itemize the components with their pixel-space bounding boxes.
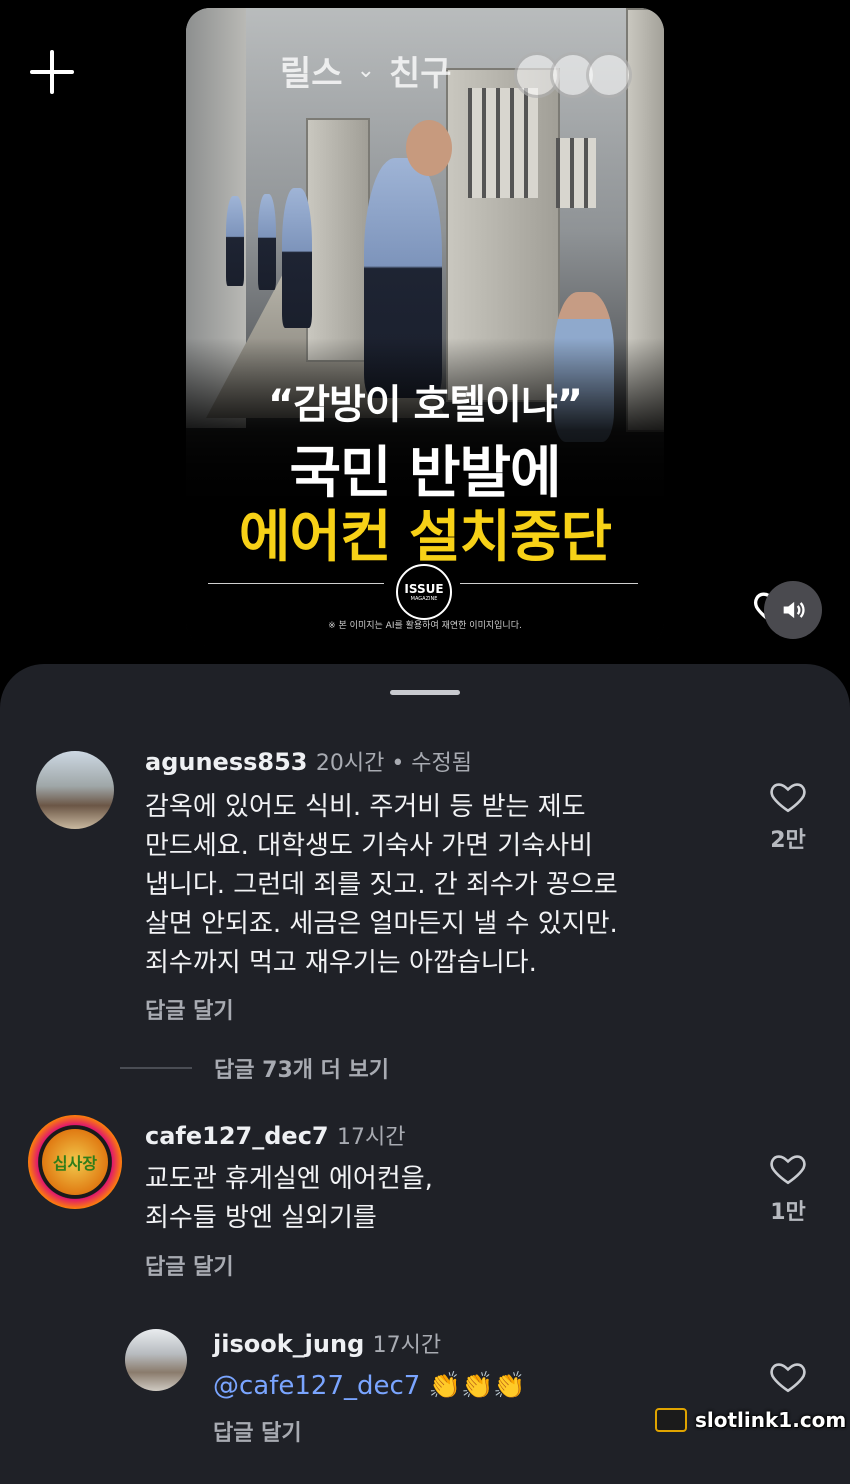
- like-count: 1만: [770, 1200, 806, 1225]
- reel-video[interactable]: “감방이 호텔이냐” 국민 반발에 에어컨 설치중단 ISSUE MAGAZIN…: [186, 8, 664, 646]
- issue-magazine-logo: ISSUE MAGAZINE: [396, 564, 452, 620]
- avatar[interactable]: [125, 1329, 187, 1391]
- divider-line: [208, 583, 384, 584]
- watermark-icon: [655, 1408, 687, 1432]
- logo-text: ISSUE: [404, 582, 444, 596]
- cell-door: [306, 118, 370, 362]
- reply-button[interactable]: 답글 달기: [213, 1415, 302, 1447]
- comment-line: 죄수들 방엔 실외기를: [145, 1203, 377, 1233]
- comment-line: 만드세요. 대학생도 기숙사 가면 기숙사비: [145, 831, 593, 861]
- comment-line: 감옥에 있어도 식비. 주거비 등 받는 제도: [145, 792, 586, 822]
- avatar[interactable]: [36, 751, 114, 829]
- reply-button[interactable]: 답글 달기: [145, 1249, 234, 1281]
- sheet-drag-handle[interactable]: [390, 690, 460, 695]
- guard-figure: [282, 188, 312, 328]
- guard-head: [406, 120, 452, 176]
- reel-tabs: 릴스 ⌄ 친구: [280, 46, 452, 95]
- comment-author[interactable]: aguness853 20시간 • 수정됨: [145, 745, 472, 777]
- watermark-text: slotlink1.com: [695, 1408, 847, 1432]
- friend-avatar: [586, 52, 632, 98]
- avatar-badge: 십사장: [42, 1129, 108, 1195]
- avatar-text: 십사장: [52, 1154, 98, 1173]
- cell-bars: [556, 138, 596, 208]
- username[interactable]: cafe127_dec7: [145, 1122, 329, 1150]
- speaker-icon: [783, 601, 805, 619]
- heart-icon[interactable]: [768, 1150, 808, 1186]
- avatar[interactable]: 십사장: [28, 1115, 122, 1209]
- username[interactable]: aguness853: [145, 748, 308, 776]
- sound-toggle-button[interactable]: [764, 581, 822, 639]
- view-more-replies[interactable]: 답글 73개 더 보기: [120, 1052, 389, 1084]
- username[interactable]: jisook_jung: [213, 1330, 364, 1358]
- headline-line-3: 에어컨 설치중단: [238, 505, 612, 570]
- tab-friends[interactable]: 친구: [389, 46, 452, 95]
- heart-icon[interactable]: [768, 778, 808, 814]
- heart-icon[interactable]: [768, 1358, 808, 1394]
- comment-line: 죄수까지 먹고 재우기는 아깝습니다.: [145, 948, 537, 978]
- comment-line: 냅니다. 그런데 죄를 짓고. 간 죄수가 꽁으로: [145, 870, 618, 900]
- comment-text: 감옥에 있어도 식비. 주거비 등 받는 제도 만드세요. 대학생도 기숙사 가…: [145, 788, 618, 983]
- chevron-down-icon[interactable]: ⌄: [357, 58, 375, 83]
- clap-emoji: 👏👏👏: [428, 1371, 526, 1401]
- comment-line: 교도관 휴게실엔 에어컨을,: [145, 1164, 433, 1194]
- friend-avatars[interactable]: [514, 52, 632, 98]
- comment-like: [758, 1358, 818, 1398]
- comment-like: 2만: [758, 778, 818, 854]
- like-count: 2만: [770, 828, 806, 853]
- comment-like: 1만: [758, 1150, 818, 1226]
- divider-line: [460, 583, 638, 584]
- view-more-replies-label[interactable]: 답글 73개 더 보기: [214, 1052, 389, 1084]
- tab-reels[interactable]: 릴스: [280, 46, 343, 95]
- comment-meta: 17시간: [372, 1333, 442, 1358]
- logo-subtext: MAGAZINE: [410, 596, 438, 602]
- comment-meta: 17시간: [336, 1125, 406, 1150]
- guard-figure: [258, 194, 276, 290]
- cell-bars: [468, 88, 538, 198]
- comment-text: 교도관 휴게실엔 에어컨을, 죄수들 방엔 실외기를: [145, 1160, 433, 1238]
- divider-line: [120, 1067, 192, 1069]
- comment-line: 살면 안되죠. 세금은 얼마든지 낼 수 있지만.: [145, 909, 618, 939]
- comment-text: @cafe127_dec7 👏👏👏: [213, 1367, 526, 1406]
- mention-link[interactable]: @cafe127_dec7: [213, 1371, 420, 1401]
- create-plus-icon[interactable]: [28, 48, 76, 96]
- comment-author[interactable]: cafe127_dec7 17시간: [145, 1119, 405, 1151]
- ai-disclaimer: ※ 본 이미지는 AI를 활용하여 재연한 이미지입니다.: [328, 621, 522, 631]
- reply-button[interactable]: 답글 달기: [145, 993, 234, 1025]
- site-watermark: slotlink1.com: [655, 1408, 846, 1432]
- guard-figure: [226, 196, 244, 286]
- comment-author[interactable]: jisook_jung 17시간: [213, 1327, 441, 1359]
- comment-meta: 20시간 • 수정됨: [315, 751, 473, 776]
- headline-quote: “감방이 호텔이냐”: [267, 382, 583, 428]
